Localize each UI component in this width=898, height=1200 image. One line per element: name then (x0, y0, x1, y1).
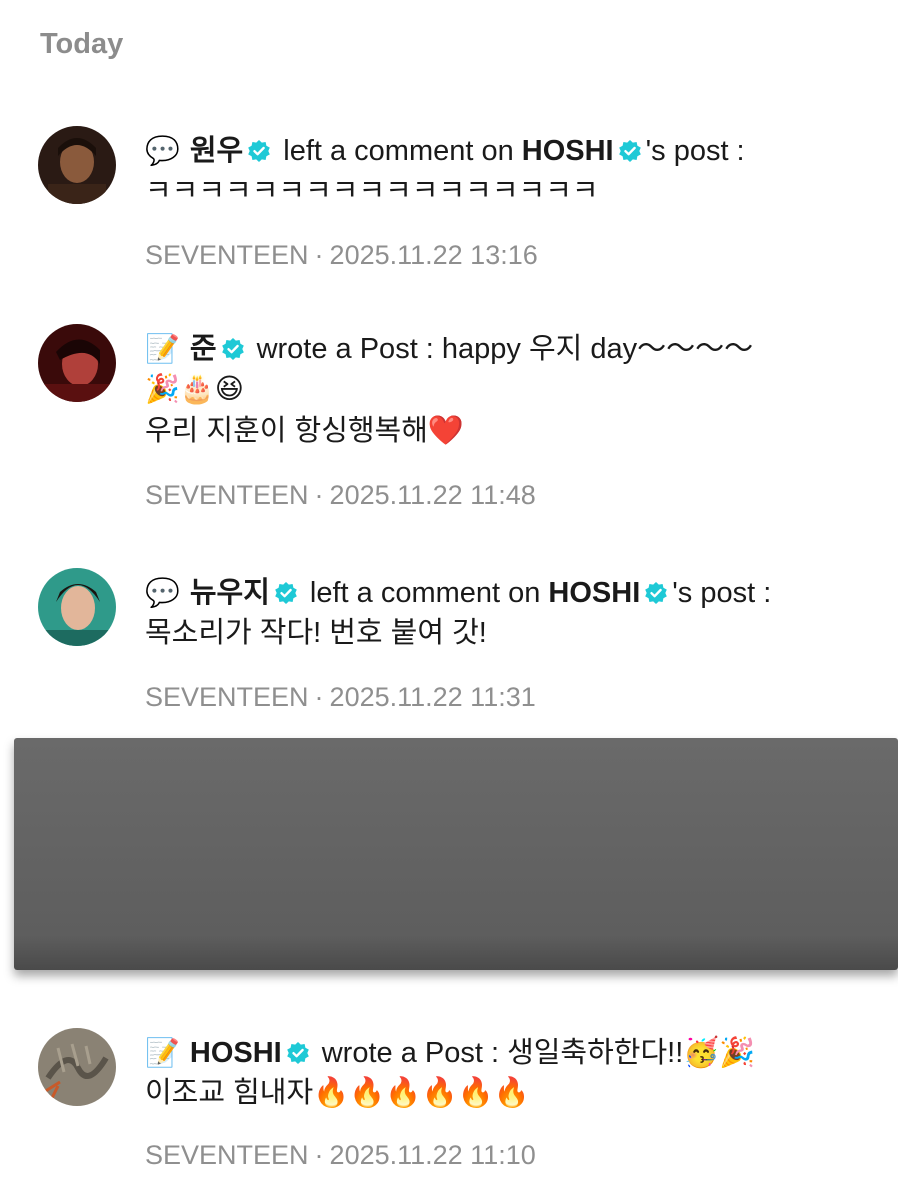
comment-icon: 💬 (145, 135, 180, 166)
timestamp: 2025.11.22 11:10 (329, 1140, 536, 1170)
notification-item[interactable]: 💬 원우 left a comment on HOSHI 's post : ㅋ… (0, 122, 898, 272)
verified-badge-icon (286, 1041, 310, 1065)
suffix-text: 's post : (645, 135, 745, 167)
suffix-text: 's post : (672, 577, 772, 609)
verified-badge-icon (247, 139, 271, 163)
target-name[interactable]: HOSHI (548, 574, 640, 612)
meta: SEVENTEEN · 2025.11.22 11:10 (145, 1140, 536, 1171)
body-text: ㅋㅋㅋㅋㅋㅋㅋㅋㅋㅋㅋㅋㅋㅋㅋㅋㅋ (145, 175, 599, 207)
timestamp: 2025.11.22 13:16 (329, 240, 538, 270)
meta-separator: · (314, 480, 324, 510)
notification-item[interactable]: 📝 준 wrote a Post : happy 우지 day～～～～ 🎉🎂😆 … (0, 320, 898, 520)
memo-icon: 📝 (145, 1037, 180, 1068)
body-text: 우리 지훈이 항싱행복해❤️ (145, 415, 465, 447)
notification-item[interactable]: 📝 HOSHI wrote a Post : 생일축하한다!!🥳🎉 이조교 힘내… (0, 1024, 898, 1174)
section-header-today: Today (40, 28, 124, 60)
group-name: SEVENTEEN (145, 480, 309, 510)
verified-badge-icon (644, 581, 668, 605)
verified-badge-icon (618, 139, 642, 163)
body-text: 목소리가 작다! 번호 붙여 갓! (145, 617, 487, 649)
body-text: 🎉🎂😆 (145, 373, 244, 404)
meta-separator: · (314, 1140, 324, 1170)
timestamp: 2025.11.22 11:31 (329, 682, 536, 712)
action-text: left a comment on (309, 577, 541, 609)
verified-badge-icon (274, 581, 298, 605)
action-text: left a comment on (283, 135, 514, 167)
group-name: SEVENTEEN (145, 682, 309, 712)
author-name[interactable]: 원우 (190, 132, 243, 170)
avatar[interactable] (38, 568, 116, 646)
action-text: wrote a Post : 생일축하한다!!🥳🎉 (321, 1037, 756, 1069)
action-text: wrote a Post : happy 우지 day～～～～ (256, 333, 754, 365)
group-name: SEVENTEEN (145, 1140, 309, 1170)
redacted-block (14, 738, 898, 970)
meta: SEVENTEEN · 2025.11.22 11:48 (145, 480, 536, 511)
verified-badge-icon (221, 337, 245, 361)
avatar[interactable] (38, 1028, 116, 1106)
avatar[interactable] (38, 126, 116, 204)
author-name[interactable]: HOSHI (190, 1034, 282, 1072)
meta-separator: · (314, 240, 324, 270)
group-name: SEVENTEEN (145, 240, 309, 270)
author-name[interactable]: 준 (190, 330, 217, 368)
memo-icon: 📝 (145, 333, 180, 364)
author-name[interactable]: 뉴우지 (190, 574, 270, 612)
comment-icon: 💬 (145, 577, 180, 608)
meta: SEVENTEEN · 2025.11.22 11:31 (145, 682, 536, 713)
avatar[interactable] (38, 324, 116, 402)
meta-separator: · (314, 682, 324, 712)
notification-item[interactable]: 💬 뉴우지 left a comment on HOSHI 's post : … (0, 564, 898, 714)
meta: SEVENTEEN · 2025.11.22 13:16 (145, 240, 538, 271)
body-text: 이조교 힘내자🔥🔥🔥🔥🔥🔥 (145, 1077, 530, 1109)
timestamp: 2025.11.22 11:48 (329, 480, 536, 510)
target-name[interactable]: HOSHI (522, 132, 614, 170)
